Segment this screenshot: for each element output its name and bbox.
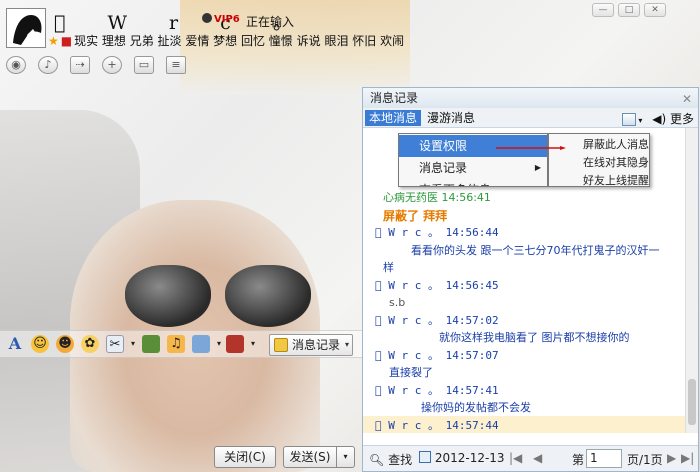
history-button-label: 消息记录 <box>292 338 341 352</box>
penguin-icon <box>202 13 212 23</box>
avatar[interactable] <box>6 8 46 48</box>
search-button[interactable]: 🔍︎ 查找 <box>369 451 412 468</box>
emoji-icon[interactable]: ☺ <box>31 335 49 353</box>
flag-icon: ■ <box>60 34 73 48</box>
tab-roaming-messages[interactable]: 漫游消息 <box>423 110 479 126</box>
microphone-icon[interactable]: ♪ <box>38 56 58 74</box>
send-button[interactable]: 发送(S) <box>283 446 337 468</box>
scrollbar[interactable] <box>685 128 698 433</box>
send-options-dropdown[interactable]: ▾ <box>337 446 355 468</box>
signature-text: 现实 理想 兄弟 扯淡 爱情 梦想 回忆 憧憬 诉说 眼泪 怀旧 欢闹 <box>74 34 405 48</box>
animated-emoji-icon[interactable]: ☻ <box>56 335 74 353</box>
notes-icon[interactable]: ≡ <box>166 56 186 74</box>
panel-title: 消息记录 ✕ <box>363 88 698 108</box>
typing-status: 正在输入 <box>246 15 295 29</box>
add-contact-icon[interactable]: + <box>102 56 122 74</box>
date-picker[interactable]: 2012-12-13 <box>419 451 505 465</box>
calendar-icon <box>419 451 431 463</box>
vip-badge: VIP6 <box>202 13 240 25</box>
magic-emoji-icon[interactable]: ✿ <box>81 335 99 353</box>
scrollbar-thumb[interactable] <box>688 379 696 425</box>
toolbox-dropdown-icon[interactable]: ▾ <box>244 335 262 353</box>
screenshot-icon[interactable]: ✂ <box>106 335 124 353</box>
export-dropdown-icon[interactable]: ▾ <box>638 116 642 125</box>
submenu-item-block-messages[interactable]: 屏蔽此人消息 <box>549 136 649 154</box>
page-suffix: 页/1页 <box>627 453 663 467</box>
panel-tools: ▾ ◀) 更多 <box>622 110 694 127</box>
star-icon: ★ <box>48 34 59 48</box>
tab-local-messages[interactable]: 本地消息 <box>365 110 422 126</box>
file-icon[interactable] <box>192 335 210 353</box>
font-icon[interactable]: A <box>6 335 24 353</box>
message-header:   W r c 。 14:57:44 <box>363 415 685 433</box>
chevron-right-icon: ▶ <box>534 163 541 172</box>
menu-item-more-info[interactable]: 查看更多信息 <box>399 179 547 186</box>
chevron-down-icon: ▾ <box>344 340 349 349</box>
close-window-button[interactable]: ✕ <box>644 3 666 17</box>
desktop-share-icon[interactable]: ▭ <box>134 56 154 74</box>
panel-title-text: 消息记录 <box>370 91 419 105</box>
menu-item-label: 消息记录 <box>419 161 468 175</box>
menu-item-message-history[interactable]: 消息记录 ▶ <box>399 157 547 179</box>
search-label: 查找 <box>388 453 413 467</box>
minimize-button[interactable]: — <box>592 3 614 17</box>
page-prefix: 第 <box>572 453 585 467</box>
video-icon[interactable]: ◉ <box>6 56 26 74</box>
annotation-arrow <box>496 146 566 150</box>
chat-window: — □ ✕   W r c 。 VIP6 正在输入 ★ ■ 现实 理想 兄弟 扯淡 … <box>0 0 700 472</box>
gift-icon[interactable]: ♫ <box>167 335 185 353</box>
prev-page-icon[interactable]: ◀ <box>533 451 542 465</box>
screenshot-dropdown-icon[interactable]: ▾ <box>124 335 142 353</box>
panel-tabs: 本地消息 漫游消息 ▾ ◀) 更多 <box>363 108 698 128</box>
submenu-item-invisible[interactable]: 在线对其隐身 <box>549 154 649 172</box>
toolbox-icon[interactable] <box>226 335 244 353</box>
page-number-input[interactable]: 1 <box>586 449 622 468</box>
context-menu: 设置权限 消息记录▶ 查看更多信息 <box>398 133 548 187</box>
last-page-icon[interactable]: ▶| <box>681 451 694 465</box>
more-button[interactable]: 更多 <box>670 112 694 126</box>
submenu: 屏蔽此人消息 在线对其隐身 好友上线提醒 <box>548 133 650 187</box>
transfer-icon[interactable]: ⇢ <box>70 56 90 74</box>
date-label: 2012-12-13 <box>434 451 505 465</box>
panel-footer: 🔍︎ 查找 2012-12-13 |◀ ◀ 第 1 页/1页 ▶ ▶| <box>363 445 698 471</box>
panel-close-icon[interactable]: ✕ <box>682 89 692 109</box>
signature: ★ ■ 现实 理想 兄弟 扯淡 爱情 梦想 回忆 憧憬 诉说 眼泪 怀旧 欢闹 <box>48 32 404 49</box>
input-toolbar: A ☺ ☻ ✿ ✂ ▾ ♫ ▾ ▾ 消息记录 ▾ <box>0 330 362 358</box>
message-history-button[interactable]: 消息记录 ▾ <box>269 334 353 356</box>
close-button[interactable]: 关闭(C) <box>214 446 276 468</box>
first-page-icon[interactable]: |◀ <box>509 451 522 465</box>
maximize-button[interactable]: □ <box>618 3 640 17</box>
next-page-icon[interactable]: ▶ <box>667 451 676 465</box>
top-toolbar: ◉ ♪ ⇢ + ▭ ≡ <box>6 56 198 78</box>
export-icon[interactable] <box>622 113 637 126</box>
search-icon: 🔍︎ <box>369 453 385 467</box>
submenu-item-online-alert[interactable]: 好友上线提醒 <box>549 172 649 186</box>
message-list: 心病无药医 14:56:41 屏蔽了 拜拜   W r c 。 14:56:44 看看… <box>363 192 685 433</box>
speaker-icon[interactable]: ◀) <box>652 112 666 126</box>
image-icon[interactable] <box>142 335 160 353</box>
history-icon <box>274 338 288 352</box>
